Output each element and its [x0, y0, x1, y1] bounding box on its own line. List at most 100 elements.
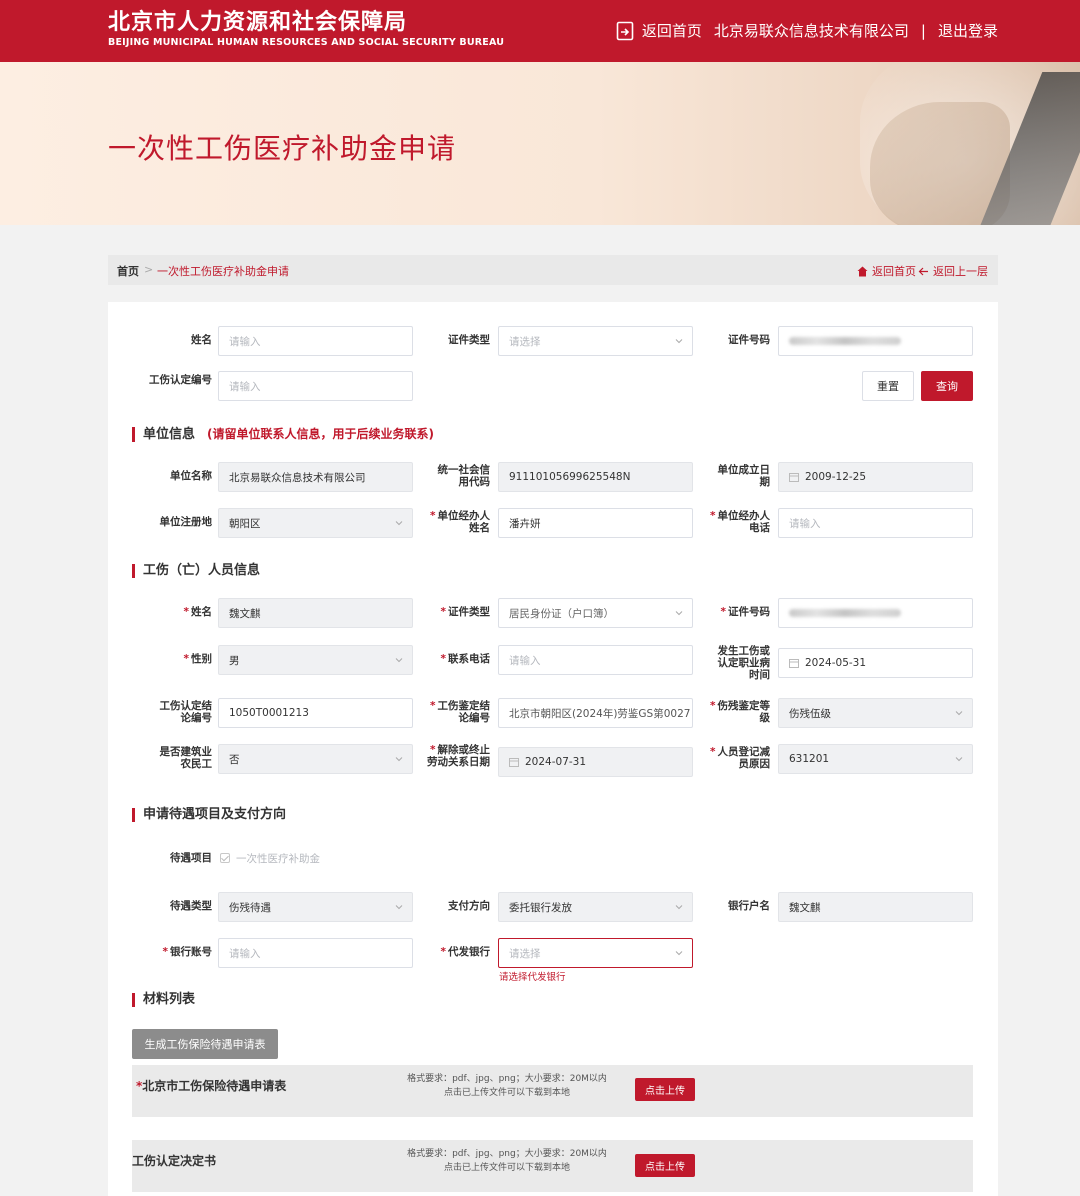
unit-agent-label-text: 单位经办人姓名 [437, 510, 491, 534]
required-mark: * [710, 700, 716, 712]
search-injury-no-input[interactable]: 请输入 [218, 371, 413, 401]
unit-district-value: 朝阳区 [229, 517, 261, 530]
arrow-left-icon[interactable] [918, 266, 929, 277]
bureau-title-en: BEIJING MUNICIPAL HUMAN RESOURCES AND SO… [108, 37, 505, 48]
unit-district-label: 单位注册地 [159, 516, 213, 528]
search-idno-input[interactable] [778, 326, 973, 356]
required-mark: * [720, 606, 727, 618]
payment-item-checkbox[interactable]: 一次性医疗补助金 [220, 851, 320, 866]
person-termination-value: 2024-07-31 [525, 756, 587, 768]
back-prev-link[interactable]: 返回上一层 [933, 263, 988, 279]
breadcrumb: 首页 > 一次性工伤医疗补助金申请 返回首页 返回上一层 [108, 255, 998, 285]
unit-founded-field: 2009-12-25 [778, 462, 973, 492]
unit-agent-phone-input[interactable]: 请输入 [778, 508, 973, 538]
checkbox-icon [220, 853, 230, 863]
person-name-field: 魏文麒 [218, 598, 413, 628]
person-injury-date-value: 2024-05-31 [805, 657, 867, 669]
person-disability-value: 伤残伍级 [789, 707, 831, 720]
person-phone-input[interactable]: 请输入 [498, 645, 693, 675]
generate-form-button[interactable]: 生成工伤保险待遇申请表 [132, 1029, 278, 1059]
payment-account-name-field: 魏文麒 [778, 892, 973, 922]
page-banner: 一次性工伤医疗补助金申请 [0, 62, 1080, 225]
search-idtype-placeholder: 请选择 [509, 335, 541, 348]
person-reduce-reason-value: 631201 [789, 753, 830, 765]
person-injury-date-label: 发生工伤或认定职业病时间 [717, 645, 771, 681]
unit-credit-field: 91110105699625548N [498, 462, 693, 492]
person-gender-select: 男 [218, 645, 413, 675]
payment-bank-label-text: 代发银行 [448, 946, 490, 958]
person-phone-label: * 联系电话 [386, 653, 491, 665]
material-title-text: 北京市工伤保险待遇申请表 [142, 1079, 287, 1093]
required-mark: * [440, 653, 447, 665]
material-title: *北京市工伤保险待遇申请表 [136, 1077, 286, 1094]
search-idno-label: 证件号码 [728, 334, 770, 346]
query-button[interactable]: 查询 [921, 371, 973, 401]
payment-item-label: 待遇项目 [170, 852, 212, 864]
material-download-hint: 点击已上传文件可以下载到本地 [443, 1088, 570, 1098]
unit-section-note: (请留单位联系人信息，用于后续业务联系) [207, 427, 434, 441]
payment-section-title: 申请待遇项目及支付方向 [132, 808, 286, 822]
return-home-icon[interactable] [616, 21, 634, 41]
required-mark: * [162, 946, 169, 958]
payment-bank-error: 请选择代发银行 [499, 972, 566, 983]
redacted-id-number [789, 337, 901, 345]
back-home-link[interactable]: 返回首页 [872, 263, 916, 279]
payment-bank-placeholder: 请选择 [509, 947, 541, 960]
material-title: 工伤认定决定书 [132, 1152, 216, 1169]
person-idtype-label-text: 证件类型 [448, 606, 490, 618]
payment-type-value: 伤残待遇 [229, 901, 271, 914]
person-gender-label-text: 性别 [191, 653, 212, 665]
chevron-down-icon [955, 711, 963, 716]
chevron-down-icon [675, 951, 683, 956]
calendar-icon [789, 659, 799, 668]
person-idno-label: * 证件号码 [666, 606, 771, 618]
person-conclusion-no-label: 工伤认定结论编号 [159, 700, 213, 724]
payment-bank-label: * 代发银行 [386, 946, 491, 958]
required-mark: * [710, 510, 716, 522]
required-mark: * [183, 653, 190, 665]
required-mark: * [430, 700, 436, 712]
calendar-icon [789, 473, 799, 482]
person-idno-input[interactable] [778, 598, 973, 628]
payment-type-label: 待遇类型 [170, 900, 212, 912]
person-idno-label-text: 证件号码 [728, 606, 770, 618]
payment-account-no-input[interactable]: 请输入 [218, 938, 413, 968]
person-disability-label: * 伤残鉴定等级 [666, 700, 770, 724]
person-reduce-reason-select: 631201 [778, 744, 973, 774]
page-title: 一次性工伤医疗补助金申请 [108, 132, 457, 165]
person-appraisal-no-input[interactable]: 北京市朝阳区(2024年)劳鉴GS第0027 [498, 698, 693, 728]
person-phone-label-text: 联系电话 [448, 653, 490, 665]
person-gender-value: 男 [229, 654, 240, 667]
payment-direction-select: 委托银行发放 [498, 892, 693, 922]
logout-link[interactable]: 退出登录 [938, 20, 998, 41]
calendar-icon [509, 758, 519, 767]
person-reduce-reason-label: * 人员登记减员原因 [666, 746, 770, 770]
payment-account-no-label: * 银行账号 [108, 946, 213, 958]
person-idtype-select[interactable]: 居民身份证（户口簿） [498, 598, 693, 628]
breadcrumb-home[interactable]: 首页 [117, 263, 139, 279]
person-name-label-text: 姓名 [191, 606, 212, 618]
person-conclusion-no-input[interactable]: 1050T0001213 [218, 698, 413, 728]
home-icon[interactable] [857, 266, 868, 277]
person-reduce-reason-label-text: 人员登记减员原因 [717, 746, 771, 770]
unit-founded-value: 2009-12-25 [805, 471, 867, 483]
material-format: 格式要求：pdf、jpg、png；大小要求：20M以内 [407, 1149, 607, 1159]
search-name-input[interactable]: 请输入 [218, 326, 413, 356]
material-format-hint: 格式要求：pdf、jpg、png；大小要求：20M以内 点击已上传文件可以下载到… [402, 1072, 612, 1100]
person-disability-select: 伤残伍级 [778, 698, 973, 728]
breadcrumb-separator: > [144, 263, 154, 276]
person-injury-date-picker[interactable]: 2024-05-31 [778, 648, 973, 678]
payment-account-no-label-text: 银行账号 [170, 946, 212, 958]
reset-button[interactable]: 重置 [862, 371, 914, 401]
redacted-id-number [789, 609, 901, 617]
unit-agent-input[interactable]: 潘卉妍 [498, 508, 693, 538]
person-section-title: 工伤（亡）人员信息 [132, 564, 260, 578]
return-home-link[interactable]: 返回首页 [642, 20, 702, 41]
required-mark: * [430, 510, 436, 522]
upload-button[interactable]: 点击上传 [635, 1154, 695, 1177]
person-construction-label: 是否建筑业农民工 [159, 746, 213, 770]
payment-bank-select[interactable]: 请选择 [498, 938, 693, 968]
search-idtype-select[interactable]: 请选择 [498, 326, 693, 356]
required-mark: * [710, 746, 716, 758]
upload-button[interactable]: 点击上传 [635, 1078, 695, 1101]
